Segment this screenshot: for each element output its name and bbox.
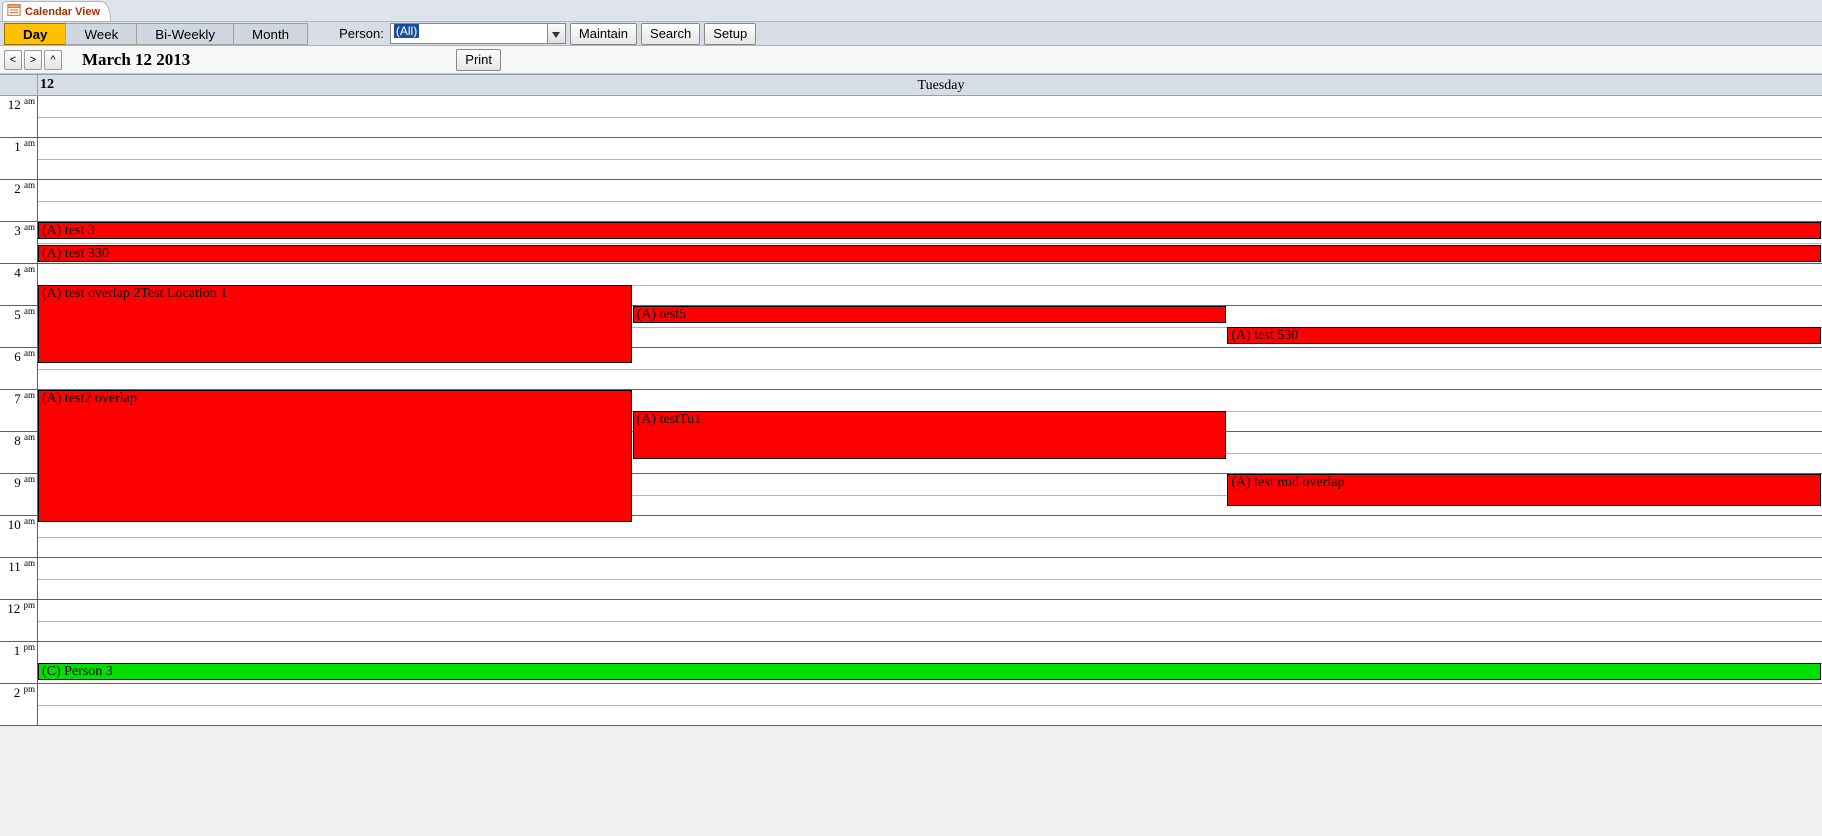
hour-slot[interactable] xyxy=(38,180,1822,222)
time-row: 11 am xyxy=(0,558,37,600)
time-row: 12 am xyxy=(0,96,37,138)
person-label: Person: xyxy=(333,26,390,41)
current-date-title: March 12 2013 xyxy=(64,50,190,70)
hour-slot[interactable] xyxy=(38,516,1822,558)
time-row: 1 pm xyxy=(0,642,37,684)
time-row: 3 am xyxy=(0,222,37,264)
time-row: 2 am xyxy=(0,180,37,222)
print-button[interactable]: Print xyxy=(456,49,501,71)
calendar-event[interactable]: (A) test5 xyxy=(633,306,1227,323)
half-hour-line xyxy=(38,201,1822,202)
view-day-button[interactable]: Day xyxy=(4,23,66,45)
grid-body[interactable]: (A) test 3 (A) test 330 (A) test overlap 2… xyxy=(38,96,1822,726)
half-hour-line xyxy=(38,579,1822,580)
calendar-event[interactable]: (A) test mid overlap xyxy=(1227,474,1821,506)
half-hour-line xyxy=(38,159,1822,160)
hour-slot[interactable] xyxy=(38,558,1822,600)
hour-slot[interactable] xyxy=(38,684,1822,726)
document-tab-bar: Calendar View xyxy=(0,0,1822,22)
half-hour-line xyxy=(38,705,1822,706)
form-icon xyxy=(7,3,21,20)
time-row: 7 am xyxy=(0,390,37,432)
next-day-button[interactable]: > xyxy=(24,50,42,70)
view-biweekly-button[interactable]: Bi-Weekly xyxy=(136,23,234,45)
half-hour-line xyxy=(38,369,1822,370)
hour-slot[interactable] xyxy=(38,600,1822,642)
time-row: 1 am xyxy=(0,138,37,180)
calendar-event[interactable]: (A) test2 overlap xyxy=(38,390,632,522)
sub-toolbar: < > ^ March 12 2013 Print xyxy=(0,46,1822,74)
calendar-event[interactable]: (A) testTu1 xyxy=(633,411,1227,459)
time-gutter: 12 am1 am2 am3 am4 am5 am6 am7 am8 am9 a… xyxy=(0,96,38,726)
time-row: 10 am xyxy=(0,516,37,558)
day-header-gutter xyxy=(0,75,38,95)
toolbar: Day Week Bi-Weekly Month Person: (All) M… xyxy=(0,22,1822,46)
day-header: 12 Tuesday xyxy=(0,74,1822,96)
person-combo-value[interactable]: (All) xyxy=(390,23,548,44)
half-hour-line xyxy=(38,621,1822,622)
document-tab-label: Calendar View xyxy=(25,6,100,18)
calendar-event[interactable]: (C) Person 3 xyxy=(38,663,1821,680)
day-header-name: Tuesday xyxy=(60,75,1822,95)
time-row: 12 pm xyxy=(0,600,37,642)
time-row: 9 am xyxy=(0,474,37,516)
time-row: 6 am xyxy=(0,348,37,390)
person-combo[interactable]: (All) xyxy=(390,23,566,44)
calendar-event[interactable]: (A) test 3 xyxy=(38,222,1821,239)
person-combo-dropdown-button[interactable] xyxy=(548,23,566,44)
search-button[interactable]: Search xyxy=(641,23,700,45)
view-week-button[interactable]: Week xyxy=(65,23,137,45)
day-header-number: 12 xyxy=(38,75,60,95)
chevron-down-icon xyxy=(552,26,560,41)
view-month-button[interactable]: Month xyxy=(233,23,308,45)
half-hour-line xyxy=(38,243,1822,244)
hour-slot[interactable] xyxy=(38,96,1822,138)
prev-day-button[interactable]: < xyxy=(4,50,22,70)
setup-button[interactable]: Setup xyxy=(704,23,756,45)
time-row: 8 am xyxy=(0,432,37,474)
day-grid: 12 am1 am2 am3 am4 am5 am6 am7 am8 am9 a… xyxy=(0,96,1822,726)
time-row: 2 pm xyxy=(0,684,37,726)
half-hour-line xyxy=(38,117,1822,118)
calendar-event[interactable]: (A) test overlap 2Test Location 1 xyxy=(38,285,632,363)
today-button[interactable]: ^ xyxy=(44,50,62,70)
hour-slot[interactable] xyxy=(38,138,1822,180)
time-row: 5 am xyxy=(0,306,37,348)
time-row: 4 am xyxy=(0,264,37,306)
maintain-button[interactable]: Maintain xyxy=(570,23,637,45)
half-hour-line xyxy=(38,537,1822,538)
document-tab-calendar[interactable]: Calendar View xyxy=(2,1,111,21)
calendar-event[interactable]: (A) test 330 xyxy=(38,245,1821,262)
calendar-event[interactable]: (A) test 530 xyxy=(1227,327,1821,344)
